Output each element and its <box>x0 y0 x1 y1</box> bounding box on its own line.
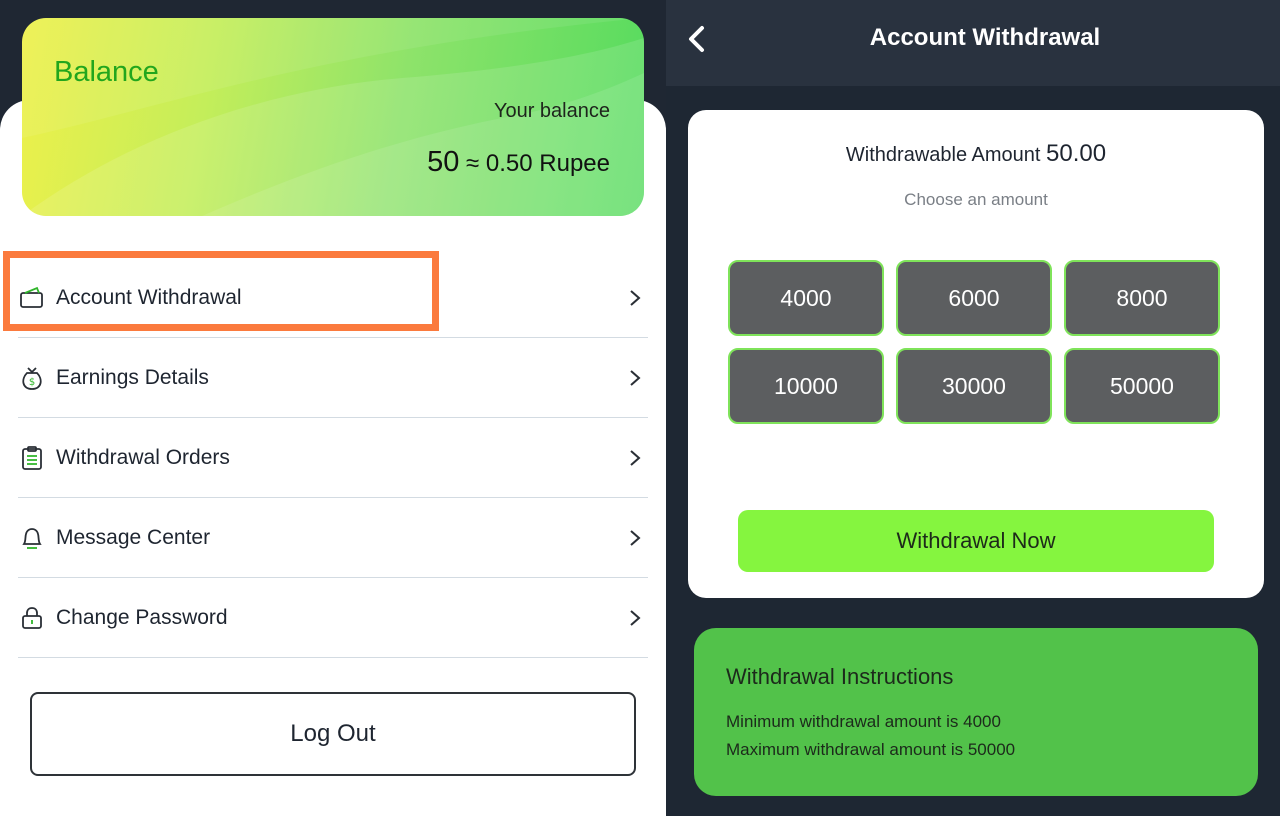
menu-label: Earnings Details <box>56 365 209 389</box>
menu-label: Message Center <box>56 525 211 549</box>
bell-icon <box>18 524 46 552</box>
balance-card: Balance Your balance 50 ≈ 0.50 Rupee <box>22 18 644 216</box>
amount-options: 4000 6000 8000 10000 30000 50000 <box>728 260 1224 424</box>
logout-button[interactable]: Log Out <box>30 692 636 776</box>
money-bag-icon: $ <box>18 364 46 392</box>
chevron-right-icon <box>630 449 641 466</box>
withdrawal-panel: Account Withdrawal Withdrawable Amount 5… <box>666 0 1280 816</box>
withdrawable-label: Withdrawable Amount <box>845 144 1041 166</box>
menu-label: Account Withdrawal <box>56 285 242 309</box>
amount-option-4000[interactable]: 4000 <box>728 260 884 336</box>
menu-label: Change Password <box>56 605 228 629</box>
your-balance-label: Your balance <box>493 100 610 122</box>
menu-item-change-password[interactable]: Change Password <box>18 578 648 658</box>
profile-panel: Balance Your balance 50 ≈ 0.50 Rupee Acc… <box>0 0 666 816</box>
menu-item-earnings-details[interactable]: $ Earnings Details <box>18 338 648 418</box>
page-title: Account Withdrawal <box>869 24 1101 51</box>
balance-conversion: ≈ 0.50 Rupee <box>466 150 610 177</box>
header-bar: Account Withdrawal <box>666 0 1280 86</box>
amount-card: Withdrawable Amount 50.00 Choose an amou… <box>688 110 1264 598</box>
withdrawable-amount: Withdrawable Amount 50.00 <box>688 140 1264 168</box>
clipboard-icon <box>18 444 46 472</box>
menu-item-account-withdrawal[interactable]: Account Withdrawal <box>18 258 648 338</box>
amount-option-6000[interactable]: 6000 <box>896 260 1052 336</box>
screen: Balance Your balance 50 ≈ 0.50 Rupee Acc… <box>0 0 1280 816</box>
chevron-right-icon <box>630 369 641 386</box>
balance-value: 50 ≈ 0.50 Rupee <box>427 146 610 179</box>
instructions-title: Withdrawal Instructions <box>726 664 954 689</box>
instructions-max-line: Maximum withdrawal amount is 50000 <box>726 740 1016 759</box>
withdrawal-now-button[interactable]: Withdrawal Now <box>738 510 1214 572</box>
balance-points: 50 <box>427 146 460 178</box>
withdrawal-instructions: Withdrawal Instructions Minimum withdraw… <box>694 628 1258 796</box>
chevron-right-icon <box>630 289 641 306</box>
withdrawable-value: 50.00 <box>1046 140 1107 167</box>
amount-option-8000[interactable]: 8000 <box>1064 260 1220 336</box>
balance-title: Balance <box>54 56 159 88</box>
amount-option-30000[interactable]: 30000 <box>896 348 1052 424</box>
menu-item-message-center[interactable]: Message Center <box>18 498 648 578</box>
instructions-min-line: Minimum withdrawal amount is 4000 <box>726 712 1001 731</box>
amount-option-50000[interactable]: 50000 <box>1064 348 1220 424</box>
menu-label: Withdrawal Orders <box>56 445 230 469</box>
chevron-right-icon <box>630 609 641 626</box>
profile-menu: Account Withdrawal $ Earnings Details Wi… <box>18 258 648 658</box>
chevron-right-icon <box>630 529 641 546</box>
svg-text:$: $ <box>29 377 35 388</box>
lock-icon <box>18 604 46 632</box>
wallet-icon <box>18 284 46 312</box>
menu-item-withdrawal-orders[interactable]: Withdrawal Orders <box>18 418 648 498</box>
choose-amount-label: Choose an amount <box>904 190 1048 209</box>
amount-option-10000[interactable]: 10000 <box>728 348 884 424</box>
